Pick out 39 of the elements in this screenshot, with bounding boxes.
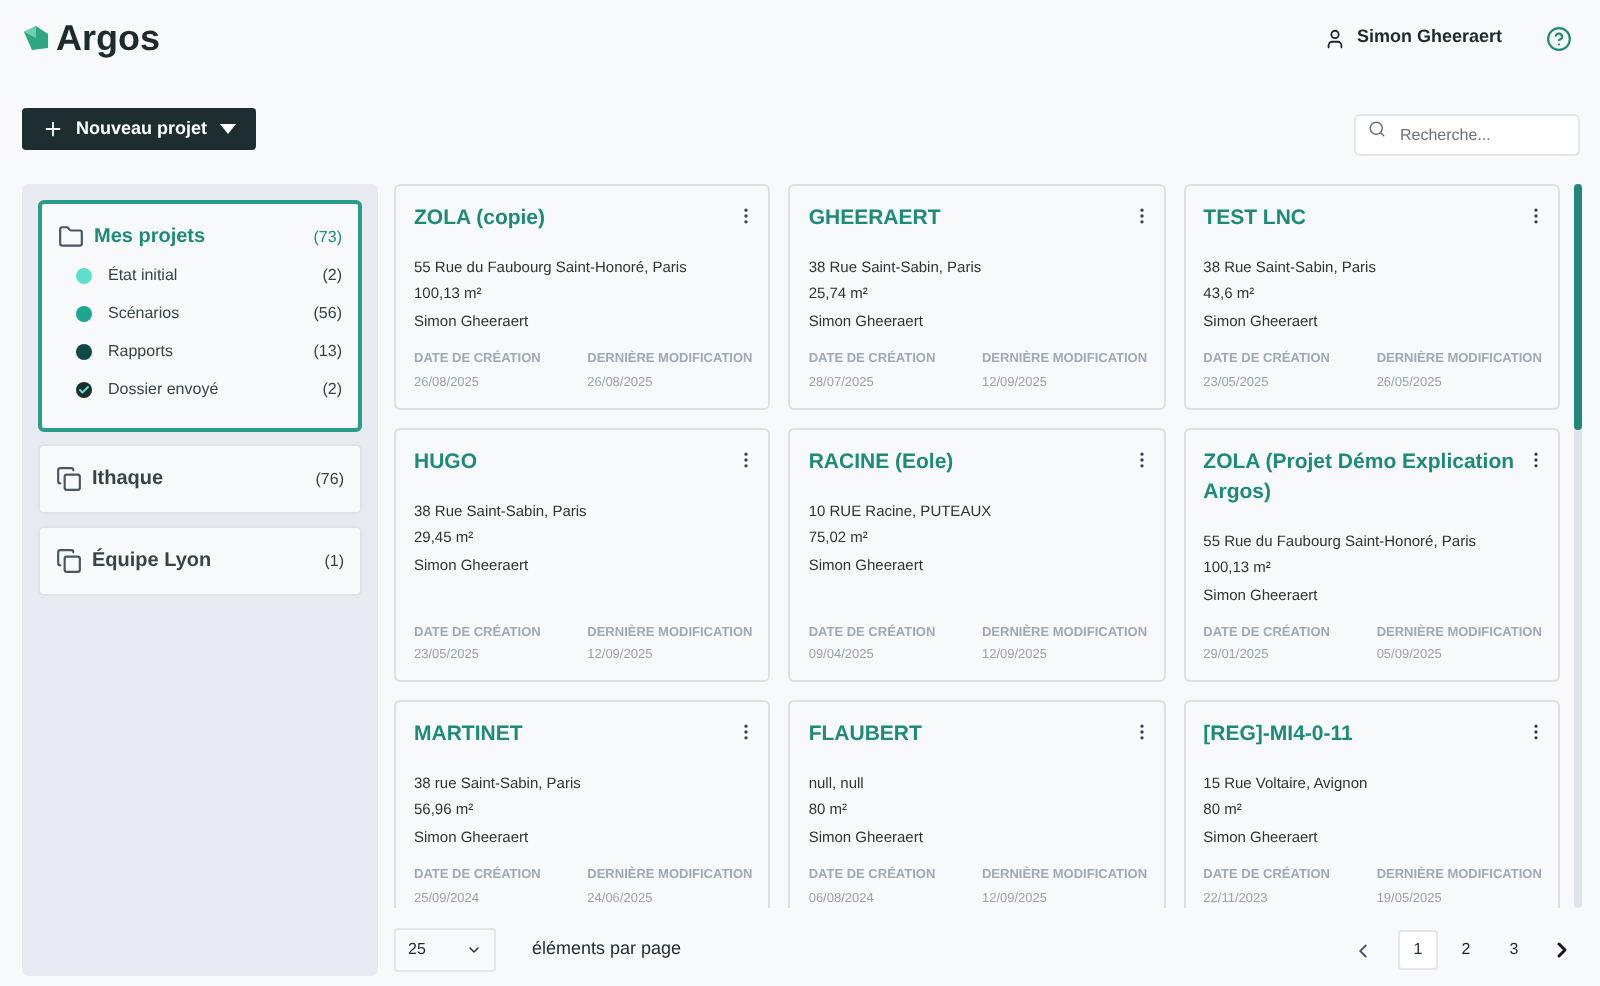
project-title: FLAUBERT [808, 720, 924, 750]
search-field[interactable]: Recherche... [1354, 114, 1580, 156]
project-title: RACINE (Eole) [808, 447, 956, 477]
status-item[interactable]: Dossier envoyé (2) [76, 378, 342, 400]
group-count: (73) [313, 225, 342, 249]
status-label: Scénarios [108, 301, 182, 325]
status-label: Rapports [108, 339, 175, 363]
project-title: [REG]-MI4-0-11 [1203, 720, 1355, 750]
page-button[interactable]: 3 [1494, 930, 1534, 970]
status-count: (13) [313, 339, 342, 363]
project-group[interactable]: Mes projets (73) État initial (2) Scénarios (56) Rapports (13) Dossier envoyé (2) [38, 200, 362, 432]
page-size-label: éléments par page [532, 936, 684, 963]
project-title: ZOLA (Projet Démo Explication Argos) [1203, 447, 1517, 507]
project-title: HUGO [414, 447, 479, 477]
status-count: (2) [322, 377, 342, 401]
status-label: État initial [108, 263, 180, 287]
status-item[interactable]: État initial (2) [76, 264, 342, 286]
brand-name: Argos [56, 15, 161, 62]
new-project-button[interactable]: Nouveau projet [22, 108, 256, 150]
status-count: (2) [322, 263, 342, 287]
group-label: Mes projets [94, 224, 208, 252]
group-label: Équipe Lyon [92, 546, 214, 576]
project-title: ZOLA (copie) [414, 204, 548, 234]
project-title: GHEERAERT [808, 204, 943, 234]
status-item[interactable]: Scénarios (56) [76, 302, 342, 324]
project-title: TEST LNC [1203, 204, 1308, 234]
page-button[interactable]: 2 [1446, 930, 1486, 970]
status-label: Dossier envoyé [108, 377, 221, 401]
project-group[interactable]: Équipe Lyon (1) [38, 526, 362, 596]
group-count: (1) [324, 549, 344, 573]
page-size-select[interactable]: 25 [394, 928, 496, 972]
project-title: MARTINET [414, 720, 525, 750]
group-label: Ithaque [92, 466, 166, 494]
project-group[interactable]: Ithaque (76) [38, 444, 362, 514]
group-count: (76) [315, 467, 344, 491]
status-item[interactable]: Rapports (13) [76, 340, 342, 362]
page-button[interactable]: 1 [1398, 930, 1438, 970]
user-menu[interactable]: Simon Gheeraert [1324, 24, 1502, 52]
status-count: (56) [313, 301, 342, 325]
